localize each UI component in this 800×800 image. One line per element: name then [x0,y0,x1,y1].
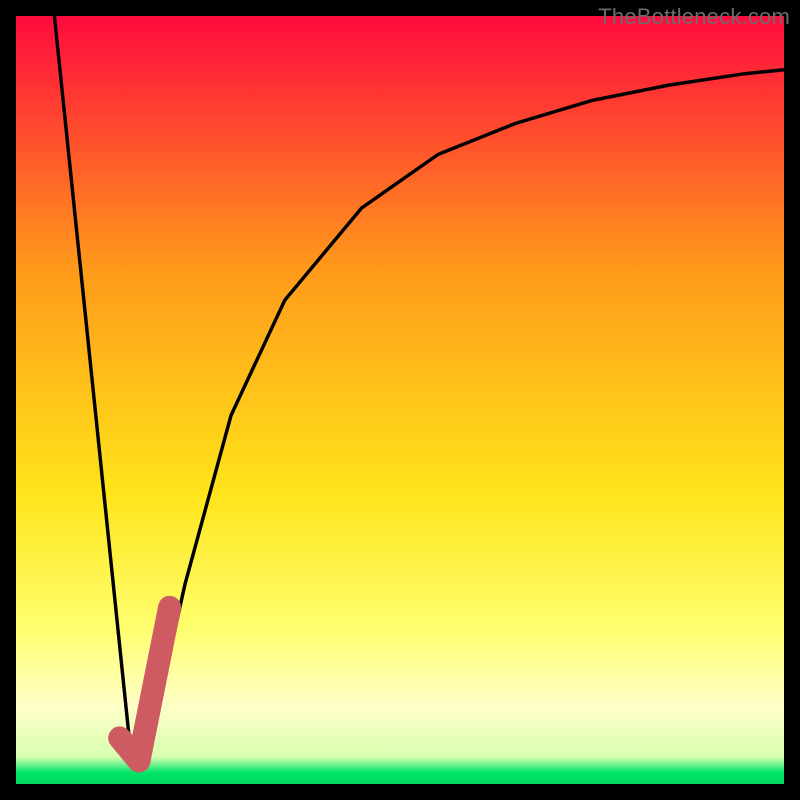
plot-area [16,16,784,784]
bottleneck-curve-left [54,16,131,757]
watermark-text: TheBottleneck.com [598,4,790,30]
selection-marker-j [120,607,170,761]
chart-frame: TheBottleneck.com [0,0,800,800]
bottleneck-curve-right [147,70,784,757]
curve-layer [16,16,784,784]
